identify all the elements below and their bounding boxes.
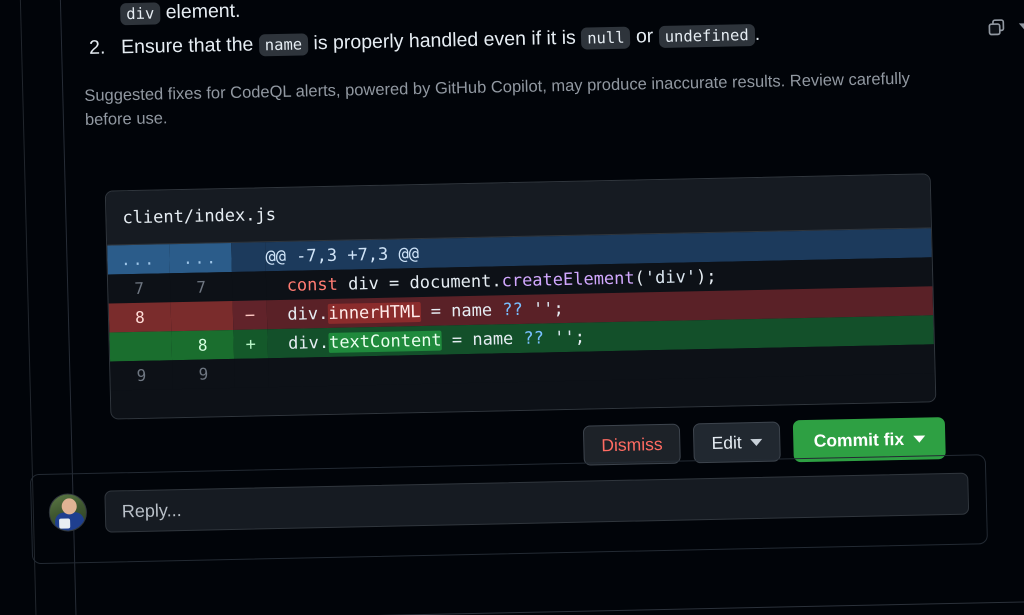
fix-step-text: . bbox=[754, 23, 761, 46]
avatar-mug bbox=[59, 518, 71, 529]
diff-line-number-old: 7 bbox=[107, 273, 171, 304]
dismiss-button-label: Dismiss bbox=[601, 433, 663, 455]
diff-marker bbox=[231, 271, 267, 301]
edit-button-label: Edit bbox=[711, 431, 742, 453]
diff-line-number-old: 8 bbox=[108, 302, 172, 333]
fix-step-text: Ensure that the bbox=[120, 33, 260, 59]
diff-line-number-new bbox=[170, 300, 234, 332]
fix-step-text: or bbox=[630, 25, 659, 48]
diff-line-number-new: 7 bbox=[169, 271, 233, 303]
inline-code-chip: name bbox=[258, 33, 309, 57]
diff-line-number-new: 9 bbox=[172, 358, 235, 390]
rotated-content: 1.Replace the use of innerHTML with text… bbox=[0, 0, 1024, 615]
fix-step-text: element. bbox=[159, 0, 241, 24]
diff-line-number-old: ... bbox=[107, 244, 170, 275]
diff-marker bbox=[234, 358, 269, 388]
diff-marker: − bbox=[232, 300, 268, 330]
commit-fix-button-label: Commit fix bbox=[813, 428, 905, 451]
diff-line-number-new: 8 bbox=[171, 329, 235, 361]
fix-steps-list: 1.Replace the use of innerHTML with text… bbox=[81, 0, 989, 63]
diff-toolbar bbox=[983, 13, 1024, 40]
diff-line-number-old bbox=[109, 331, 173, 362]
fix-step-marker: 2. bbox=[88, 36, 106, 60]
chevron-down-icon[interactable] bbox=[1018, 22, 1024, 30]
diff-filename: client/index.js bbox=[122, 204, 277, 228]
suggested-fix-diff-card: client/index.js ...... @@ -7,3 +7,3 @@ 7 7 … bbox=[104, 173, 937, 420]
avatar bbox=[48, 493, 88, 532]
copy-icon[interactable] bbox=[983, 14, 1010, 41]
chevron-down-icon bbox=[913, 434, 926, 443]
dismiss-button[interactable]: Dismiss bbox=[582, 423, 682, 466]
fix-step-marker: 1. bbox=[87, 0, 104, 1]
fix-step-text: is properly handled even if it is bbox=[307, 26, 582, 55]
edit-button[interactable]: Edit bbox=[693, 421, 782, 464]
diff-marker bbox=[231, 242, 266, 272]
diff-line-number-old: 9 bbox=[110, 360, 173, 391]
suggested-fix-body: 1.Replace the use of innerHTML with text… bbox=[81, 0, 991, 133]
chevron-down-icon bbox=[750, 438, 763, 446]
inline-code-chip: undefined bbox=[658, 24, 755, 49]
reply-placeholder: Reply... bbox=[121, 499, 182, 521]
inline-code-chip: null bbox=[580, 26, 631, 50]
diff-line-number-new: ... bbox=[169, 242, 232, 274]
inline-code-chip: div bbox=[120, 2, 161, 25]
diff-marker: + bbox=[233, 329, 269, 359]
screenshot-canvas: 1.Replace the use of innerHTML with text… bbox=[0, 0, 1024, 615]
diff-table: ...... @@ -7,3 +7,3 @@ 7 7 const div = docu… bbox=[107, 228, 935, 391]
